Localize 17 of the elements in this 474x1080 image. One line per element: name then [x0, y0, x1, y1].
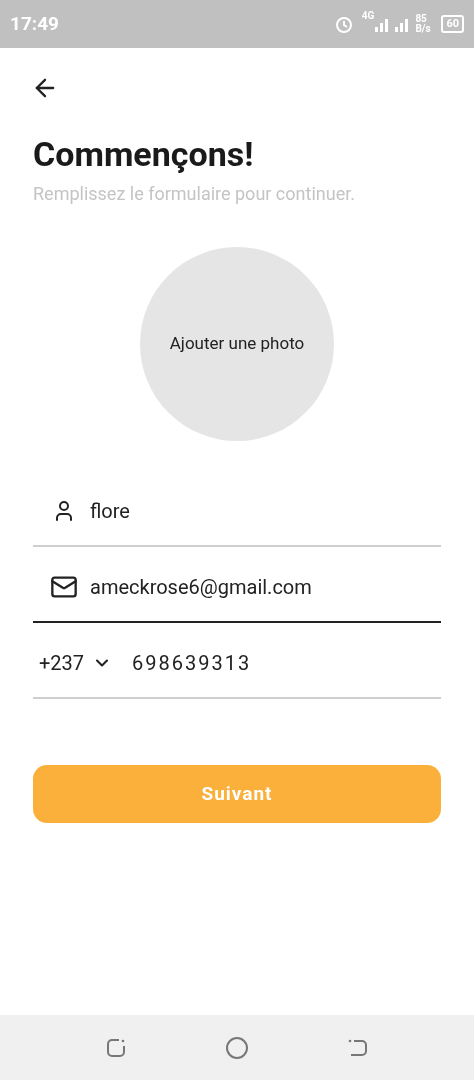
battery-indicator: 60 — [441, 15, 464, 33]
network-type: 4G — [361, 9, 375, 23]
page-title: Commençons! — [33, 133, 255, 176]
home-icon[interactable] — [225, 1035, 249, 1060]
field-value: flore — [90, 498, 130, 525]
alarm-icon — [333, 14, 354, 34]
recent-apps-icon[interactable] — [105, 1036, 127, 1059]
email-field[interactable]: ameckrose6@gmail.com — [33, 547, 441, 623]
status-time: 17:49 — [10, 10, 59, 37]
field-value: 698639313 — [132, 650, 252, 677]
field-value: ameckrose6@gmail.com — [90, 574, 312, 601]
page-subtitle: Remplissez le formulaire pour continuer. — [33, 182, 356, 206]
name-field[interactable]: flore — [33, 471, 441, 547]
phone-field[interactable]: +237 698639313 — [33, 623, 441, 699]
add-photo-button[interactable]: Ajouter une photo — [140, 247, 334, 441]
country-code-dropdown[interactable]: +237 — [39, 648, 113, 678]
network-speed: 85 B/s — [415, 14, 432, 34]
